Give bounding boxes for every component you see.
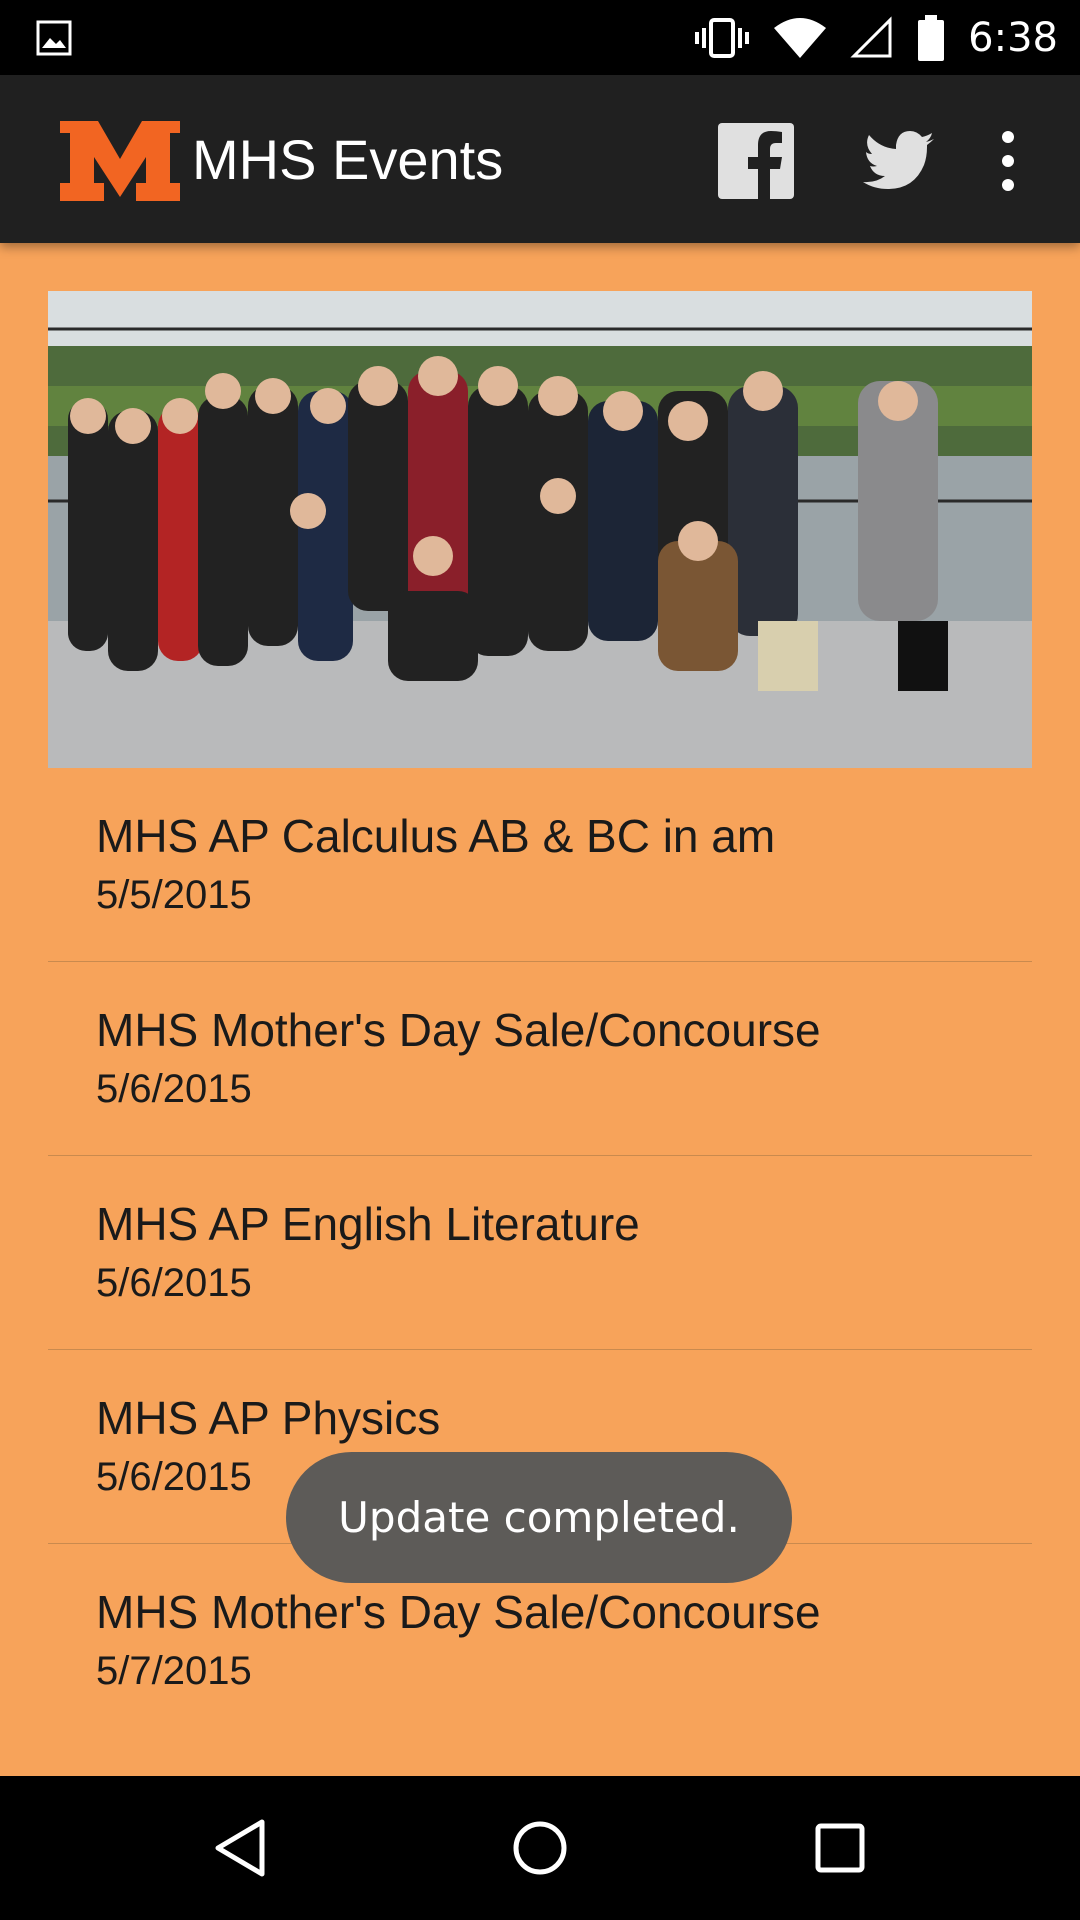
status-time: 6:38 — [968, 14, 1058, 61]
event-item[interactable]: MHS AP English Literature 5/6/2015 — [48, 1156, 1032, 1350]
battery-icon — [918, 14, 945, 61]
status-bar: 6:38 — [0, 0, 1080, 75]
group-photo — [48, 291, 1032, 768]
event-item[interactable]: MHS AP Calculus AB & BC in am 5/5/2015 — [48, 768, 1032, 962]
event-title: MHS AP Physics — [96, 1392, 441, 1444]
mhs-logo — [60, 121, 180, 201]
twitter-icon[interactable] — [862, 123, 936, 199]
event-title: MHS AP Calculus AB & BC in am — [96, 810, 776, 862]
event-title: MHS Mother's Day Sale/Concourse — [96, 1586, 821, 1638]
event-title: MHS Mother's Day Sale/Concourse — [96, 1004, 821, 1056]
recents-icon[interactable] — [808, 1816, 872, 1880]
app-bar: MHS Events — [0, 75, 1080, 243]
vibrate-icon — [695, 17, 750, 58]
more-vert-icon[interactable] — [988, 125, 1028, 197]
event-item[interactable]: MHS Mother's Day Sale/Concourse 5/6/2015 — [48, 962, 1032, 1156]
back-icon[interactable] — [210, 1816, 274, 1880]
gallery-icon — [36, 20, 72, 56]
event-title: MHS AP English Literature — [96, 1198, 640, 1250]
event-list: MHS AP Calculus AB & BC in am 5/5/2015 M… — [48, 768, 1032, 1738]
event-date: 5/7/2015 — [96, 1649, 252, 1693]
app-title: MHS Events — [192, 128, 504, 191]
signal-icon — [850, 15, 892, 57]
event-date: 5/5/2015 — [96, 873, 252, 917]
wifi-icon — [774, 17, 827, 58]
event-date: 5/6/2015 — [96, 1261, 252, 1305]
facebook-icon[interactable] — [718, 123, 794, 199]
event-date: 5/6/2015 — [96, 1067, 252, 1111]
home-icon[interactable] — [508, 1816, 572, 1880]
toast-message: Update completed. — [286, 1452, 792, 1583]
navigation-bar — [0, 1776, 1080, 1920]
